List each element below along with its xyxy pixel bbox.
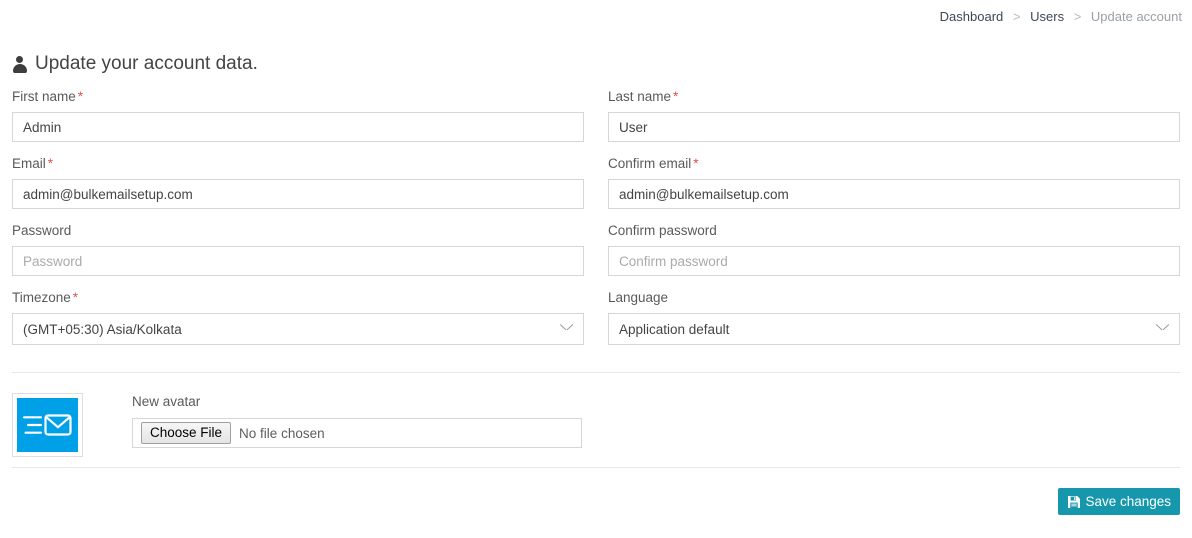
label-text: Language xyxy=(608,290,669,305)
floppy-disk-save-icon xyxy=(1068,495,1081,508)
confirm-email-input[interactable] xyxy=(608,179,1180,209)
section-divider-bottom xyxy=(12,467,1180,468)
field-label-first-name: First name * xyxy=(12,84,584,106)
breadcrumb-separator: > xyxy=(1073,9,1082,24)
breadcrumb-item-users[interactable]: Users xyxy=(1030,9,1064,24)
last-name-input[interactable] xyxy=(608,112,1180,142)
current-avatar-frame xyxy=(12,393,83,457)
breadcrumb-item-update-account: Update account xyxy=(1090,9,1182,24)
label-text: Last name xyxy=(608,89,672,104)
field-language: Language Application default xyxy=(596,285,1192,345)
field-first-name: First name * xyxy=(0,84,596,142)
field-password: Password xyxy=(0,218,596,276)
breadcrumb-item-dashboard[interactable]: Dashboard xyxy=(940,9,1004,24)
avatar-file-input[interactable]: Choose File No file chosen xyxy=(132,418,582,448)
label-text: Password xyxy=(12,223,72,238)
field-label-confirm-password: Confirm password xyxy=(608,218,1180,240)
timezone-select[interactable]: (GMT+05:30) Asia/Kolkata xyxy=(12,313,584,345)
email-input[interactable] xyxy=(12,179,584,209)
label-text: Email xyxy=(12,156,46,171)
breadcrumb-separator: > xyxy=(1012,9,1021,24)
field-label-password: Password xyxy=(12,218,584,240)
confirm-password-input[interactable] xyxy=(608,246,1180,276)
field-email: Email * xyxy=(0,151,596,209)
label-text: Timezone xyxy=(12,290,71,305)
choose-file-button[interactable]: Choose File xyxy=(141,422,232,444)
required-marker: * xyxy=(77,89,84,104)
new-avatar-label: New avatar xyxy=(132,394,201,409)
label-text: First name xyxy=(12,89,76,104)
save-changes-button[interactable]: Save changes xyxy=(1058,488,1180,515)
form-row: First name* Last name* xyxy=(0,84,1192,151)
label-text: Confirm email xyxy=(608,156,692,171)
page-title: Update your account data. xyxy=(12,52,258,76)
section-divider-top xyxy=(12,372,1180,373)
field-confirm-email: Confirm email * xyxy=(596,151,1192,209)
required-marker: * xyxy=(47,156,54,171)
breadcrumb: Dashboard > Users > Update account xyxy=(940,8,1182,26)
password-input[interactable] xyxy=(12,246,584,276)
field-label-timezone: Timezone * xyxy=(12,285,584,307)
field-label-language: Language xyxy=(608,285,1180,307)
language-select[interactable]: Application default xyxy=(608,313,1180,345)
required-marker: * xyxy=(72,290,79,305)
field-timezone: Timezone * (GMT+05:30) Asia/Kolkata xyxy=(0,285,596,345)
label-text: Confirm password xyxy=(608,223,717,238)
field-label-email: Email * xyxy=(12,151,584,173)
timezone-select-wrap: (GMT+05:30) Asia/Kolkata xyxy=(12,313,584,345)
field-last-name: Last name * xyxy=(596,84,1192,142)
new-avatar-field: New avatar Choose File No file chosen xyxy=(132,393,582,448)
language-selected-value: Application default xyxy=(619,321,730,337)
save-changes-label: Save changes xyxy=(1085,494,1171,509)
timezone-selected-value: (GMT+05:30) Asia/Kolkata xyxy=(23,321,182,337)
form-row: Email* Confirm email* xyxy=(0,151,1192,218)
account-update-page: Dashboard > Users > Update account Updat… xyxy=(0,0,1192,538)
field-confirm-password: Confirm password xyxy=(596,218,1192,276)
field-label-last-name: Last name * xyxy=(608,84,1180,106)
required-marker: * xyxy=(673,89,679,104)
user-icon xyxy=(12,55,27,73)
avatar-section: New avatar Choose File No file chosen xyxy=(12,393,582,457)
envelope-avatar-icon xyxy=(23,414,72,436)
required-marker: * xyxy=(693,156,699,171)
form-row: Password Confirm password xyxy=(0,218,1192,285)
language-select-wrap: Application default xyxy=(608,313,1180,345)
field-label-confirm-email: Confirm email * xyxy=(608,151,1180,173)
account-form: First name* Last name* Email* C xyxy=(0,84,1192,354)
page-title-text: Update your account data. xyxy=(35,53,258,74)
avatar xyxy=(17,398,78,452)
first-name-input[interactable] xyxy=(12,112,584,142)
file-status-text: No file chosen xyxy=(239,425,325,441)
form-row: Timezone * (GMT+05:30) Asia/Kolkata Langu… xyxy=(0,285,1192,354)
